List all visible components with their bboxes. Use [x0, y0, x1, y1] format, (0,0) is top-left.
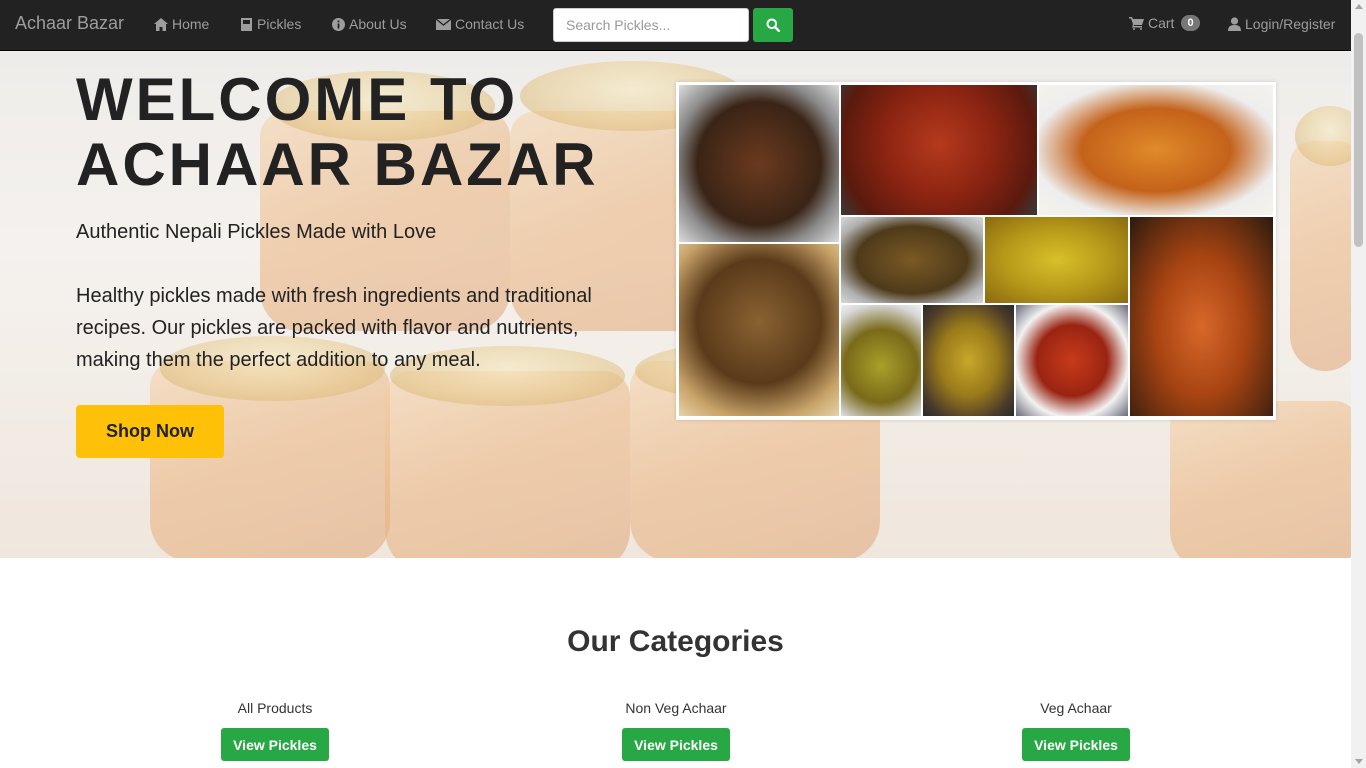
- nav-cart-label: Cart: [1148, 15, 1175, 31]
- scrollbar-thumb[interactable]: [1354, 33, 1363, 247]
- category-all-products: All Products View Pickles: [175, 700, 375, 761]
- navbar: Achaar Bazar Home Pickles About Us Conta…: [0, 0, 1351, 51]
- hero-title-line2: ACHAAR BAZAR: [76, 131, 599, 198]
- view-pickles-button-all[interactable]: View Pickles: [221, 728, 329, 761]
- nav-cart[interactable]: Cart 0: [1129, 15, 1200, 31]
- search-input[interactable]: [553, 8, 749, 42]
- category-veg: Veg Achaar View Pickles: [976, 700, 1176, 761]
- nav-home[interactable]: Home: [154, 16, 209, 32]
- nav-home-label: Home: [172, 16, 210, 32]
- category-name: All Products: [237, 700, 313, 716]
- nav-pickles-label: Pickles: [257, 16, 302, 32]
- hero-title-line1: WELCOME TO: [76, 66, 519, 133]
- search-button[interactable]: [753, 8, 793, 42]
- nav-about[interactable]: About Us: [332, 16, 407, 32]
- pickle-collage-image: [676, 82, 1276, 420]
- cart-count-badge: 0: [1181, 15, 1200, 31]
- nav-contact-label: Contact Us: [455, 16, 525, 32]
- view-pickles-button-non-veg[interactable]: View Pickles: [622, 728, 730, 761]
- page-scrollbar[interactable]: [1351, 0, 1366, 768]
- category-non-veg: Non Veg Achaar View Pickles: [576, 700, 776, 761]
- nav-pickles[interactable]: Pickles: [240, 16, 301, 32]
- envelope-icon: [436, 18, 451, 30]
- categories-heading: Our Categories: [567, 625, 784, 658]
- shop-now-button[interactable]: Shop Now: [76, 405, 224, 458]
- hero-subtitle: Authentic Nepali Pickles Made with Love: [76, 221, 437, 243]
- search-icon: [766, 18, 780, 32]
- info-icon: [332, 17, 345, 31]
- category-name: Veg Achaar: [1040, 700, 1112, 716]
- view-pickles-button-veg[interactable]: View Pickles: [1022, 728, 1130, 761]
- user-icon: [1228, 17, 1241, 31]
- hero-title: WELCOME TO ACHAAR BAZAR: [76, 67, 676, 197]
- nav-contact[interactable]: Contact Us: [436, 16, 524, 32]
- category-name: Non Veg Achaar: [625, 700, 727, 716]
- nav-about-label: About Us: [349, 16, 407, 32]
- nav-login[interactable]: Login/Register: [1228, 16, 1335, 32]
- cart-icon: [1129, 16, 1144, 30]
- brand-link[interactable]: Achaar Bazar: [15, 13, 124, 34]
- hero-description: Healthy pickles made with fresh ingredie…: [76, 285, 592, 371]
- nav-login-label: Login/Register: [1245, 16, 1336, 32]
- hero-section: WELCOME TO ACHAAR BAZAR Authentic Nepali…: [0, 51, 1351, 558]
- home-icon: [154, 17, 168, 31]
- scroll-up-arrow-icon[interactable]: [1355, 4, 1363, 9]
- book-icon: [241, 17, 252, 31]
- scroll-down-arrow-icon[interactable]: [1355, 759, 1363, 764]
